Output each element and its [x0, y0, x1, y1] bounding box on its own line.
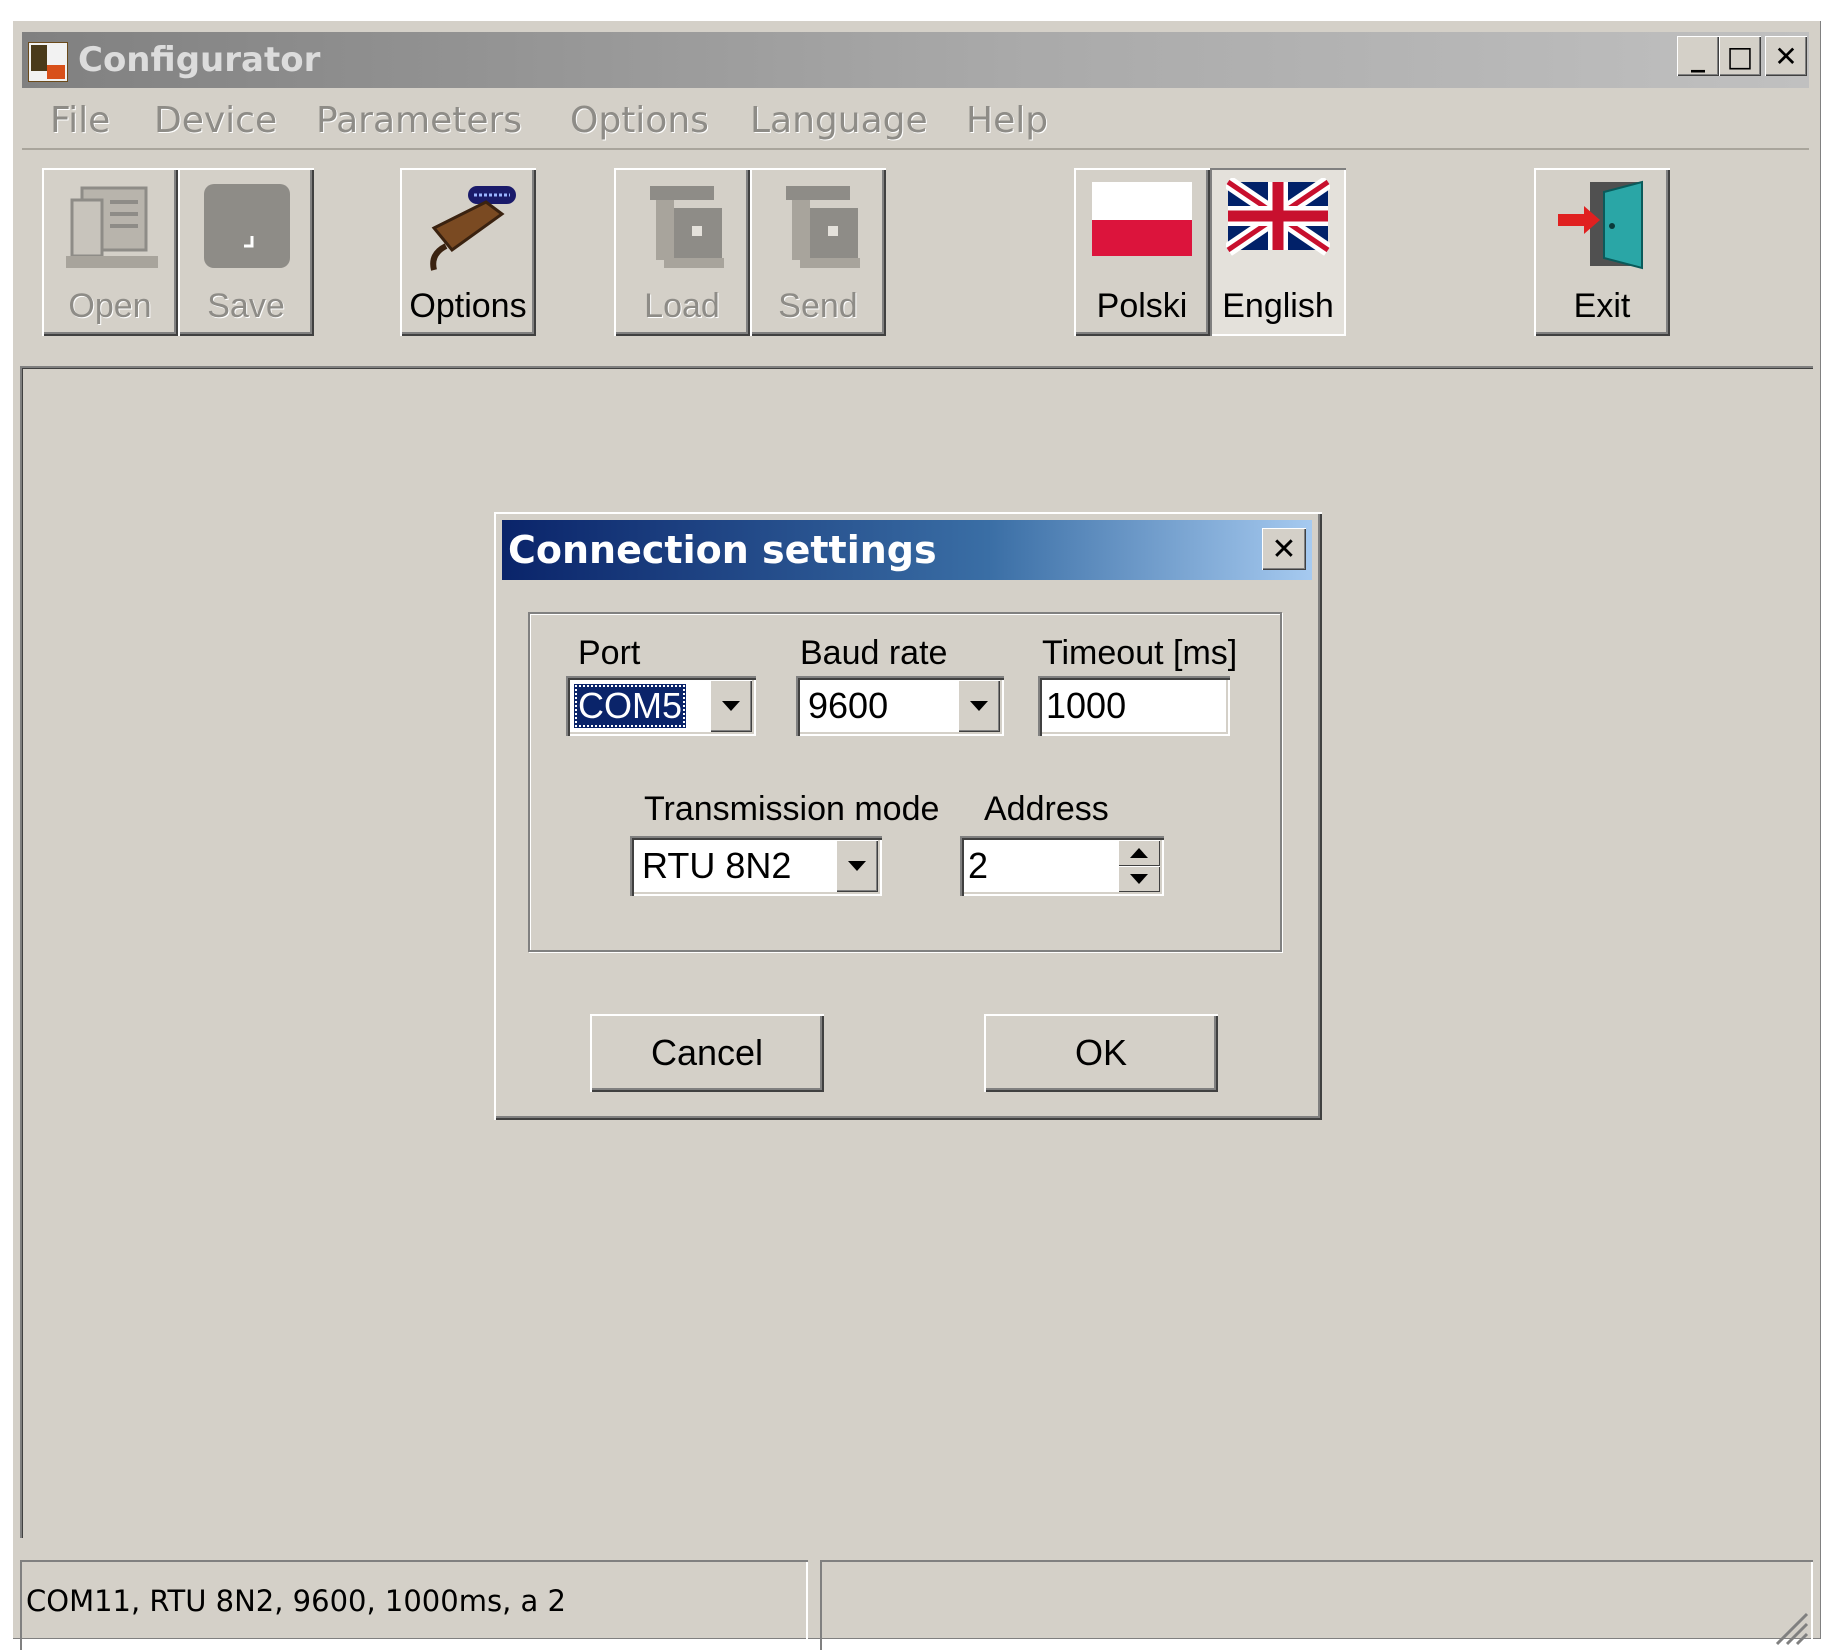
save-button[interactable]: Save: [178, 168, 314, 336]
connection-settings-dialog: Connection settings ✕ Port COM5 Baud rat…: [494, 512, 1322, 1120]
menu-options[interactable]: Options: [570, 100, 709, 141]
close-icon: ✕: [1774, 39, 1798, 73]
settings-group: Port COM5 Baud rate 9600 Timeout [ms] 10…: [528, 612, 1282, 952]
maximize-icon: □: [1726, 39, 1754, 73]
spin-up-icon[interactable]: [1118, 840, 1160, 866]
toolbar: Open Save Options Load Send Polski Engli…: [22, 150, 1809, 336]
menu-device[interactable]: Device: [154, 100, 277, 141]
window-title: Configurator: [78, 40, 321, 80]
close-button[interactable]: ✕: [1765, 36, 1807, 76]
title-bar[interactable]: Configurator _ □ ✕: [22, 32, 1809, 88]
exit-label: Exit: [1573, 287, 1631, 325]
load-label: Load: [644, 287, 720, 325]
address-stepper[interactable]: 2: [960, 836, 1164, 896]
open-label: Open: [68, 287, 152, 325]
load-button[interactable]: Load: [614, 168, 750, 336]
menu-parameters[interactable]: Parameters: [316, 100, 522, 141]
send-label: Send: [778, 287, 858, 325]
chevron-down-icon[interactable]: [710, 680, 752, 732]
dialog-title-bar[interactable]: Connection settings ✕: [502, 520, 1312, 580]
spin-buttons: [1118, 840, 1160, 892]
dialog-title: Connection settings: [508, 528, 937, 572]
port-select[interactable]: COM5: [566, 676, 756, 736]
spin-down-icon[interactable]: [1118, 866, 1160, 892]
door-exit-icon: [1558, 180, 1643, 270]
chevron-down-icon[interactable]: [958, 680, 1000, 732]
device-icon: [650, 186, 724, 268]
timeout-value: 1000: [1046, 685, 1127, 726]
status-panel-right: [820, 1560, 1813, 1650]
transmission-mode-label: Transmission mode: [644, 790, 940, 828]
menu-help[interactable]: Help: [966, 100, 1048, 141]
exit-button[interactable]: Exit: [1534, 168, 1670, 336]
open-button[interactable]: Open: [42, 168, 178, 336]
close-icon: ✕: [1271, 531, 1297, 567]
transmission-mode-select[interactable]: RTU 8N2: [630, 836, 882, 896]
send-button[interactable]: Send: [750, 168, 886, 336]
transmission-mode-value: RTU 8N2: [642, 845, 792, 886]
maximize-button[interactable]: □: [1719, 36, 1761, 76]
resize-grip-icon[interactable]: [1769, 1606, 1809, 1646]
status-panel-left: COM11, RTU 8N2, 9600, 1000ms, a 2: [20, 1560, 808, 1650]
address-value: 2: [968, 845, 989, 886]
floppy-icon: [204, 184, 290, 268]
device-icon: [786, 186, 860, 268]
polski-label: Polski: [1096, 287, 1188, 325]
address-label: Address: [984, 790, 1109, 828]
english-label: English: [1222, 287, 1334, 325]
ok-button[interactable]: OK: [984, 1014, 1218, 1092]
baud-rate-label: Baud rate: [800, 634, 948, 672]
baud-rate-value: 9600: [808, 685, 889, 726]
port-value: COM5: [574, 684, 687, 728]
english-button[interactable]: English: [1210, 168, 1346, 336]
polish-flag-icon: [1092, 182, 1192, 256]
menu-file[interactable]: File: [50, 100, 110, 141]
port-label: Port: [578, 634, 641, 672]
app-icon: [28, 42, 68, 82]
chevron-down-icon[interactable]: [836, 840, 878, 892]
connector-icon: [430, 186, 516, 271]
timeout-input[interactable]: 1000: [1038, 676, 1230, 736]
options-button[interactable]: Options: [400, 168, 536, 336]
minimize-icon: _: [1691, 39, 1705, 73]
minimize-button[interactable]: _: [1677, 36, 1719, 76]
document-icon: [66, 186, 158, 268]
baud-rate-select[interactable]: 9600: [796, 676, 1004, 736]
menu-language[interactable]: Language: [750, 100, 928, 141]
status-bar: COM11, RTU 8N2, 9600, 1000ms, a 2: [20, 1560, 1813, 1650]
save-label: Save: [207, 287, 285, 325]
polski-button[interactable]: Polski: [1074, 168, 1210, 336]
menu-bar: File Device Parameters Options Language …: [22, 92, 1809, 150]
cancel-button[interactable]: Cancel: [590, 1014, 824, 1092]
status-text: COM11, RTU 8N2, 9600, 1000ms, a 2: [26, 1584, 566, 1618]
timeout-label: Timeout [ms]: [1042, 634, 1238, 672]
options-label: Options: [409, 287, 527, 325]
dialog-close-button[interactable]: ✕: [1262, 528, 1306, 570]
uk-flag-icon: [1226, 178, 1330, 256]
